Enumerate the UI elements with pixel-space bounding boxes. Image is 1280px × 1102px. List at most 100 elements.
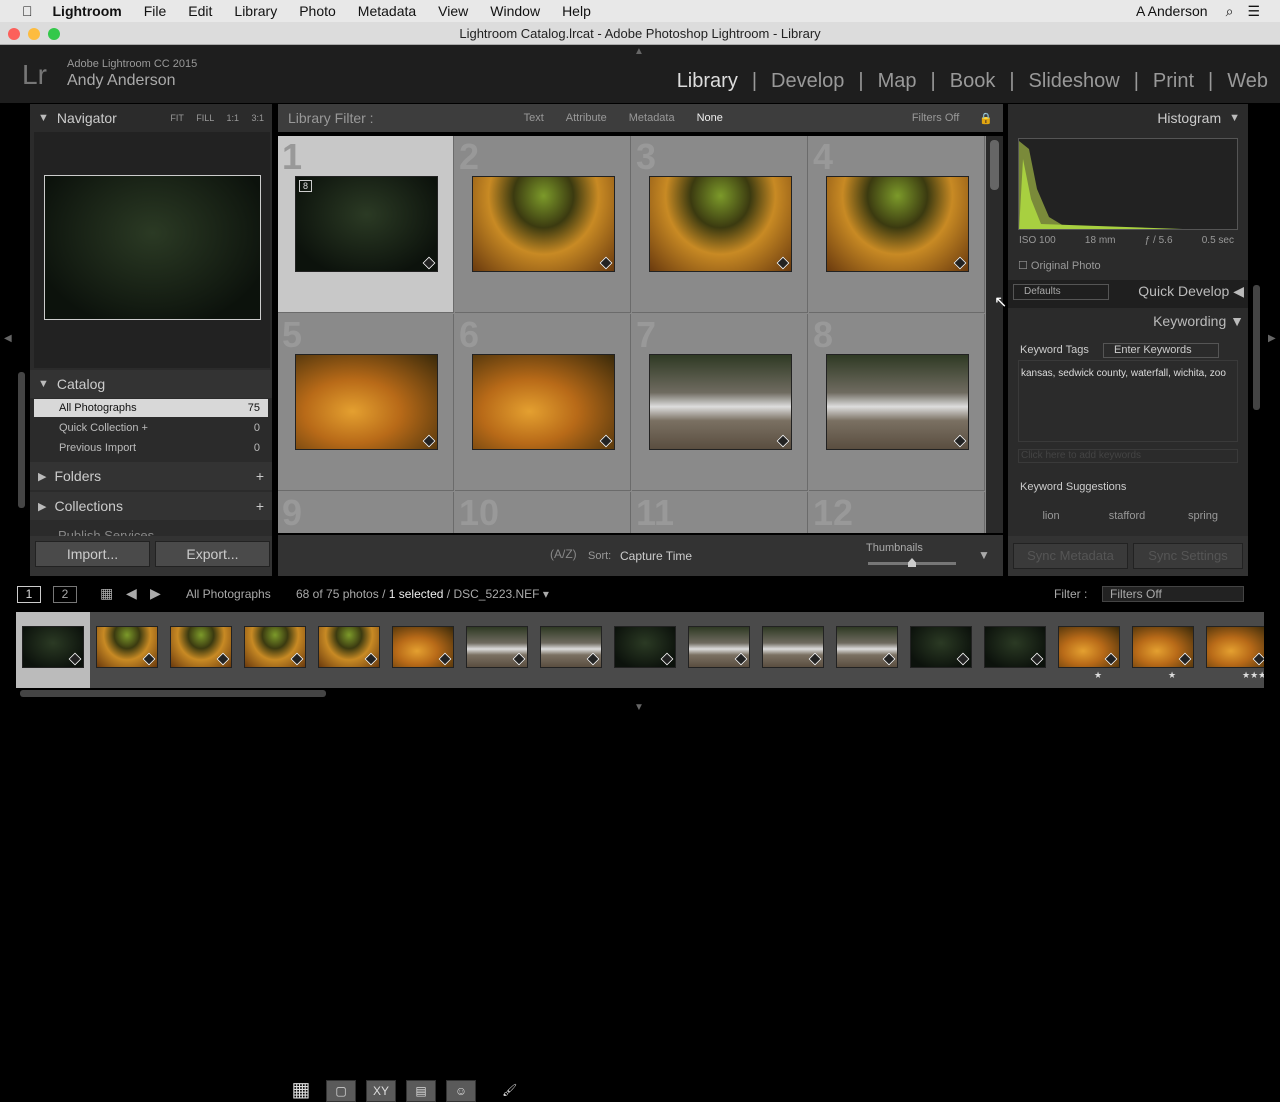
menu-file[interactable]: File — [144, 3, 167, 19]
sort-select[interactable]: Capture Time — [620, 549, 692, 563]
publish-services-header[interactable]: Publish Services — [58, 528, 154, 536]
menu-photo[interactable]: Photo — [299, 3, 336, 19]
grid-cell[interactable]: 11 — [632, 492, 808, 533]
menu-help[interactable]: Help — [562, 3, 591, 19]
grid-cell[interactable]: 7 — [632, 314, 808, 491]
search-icon[interactable]: ⌕ — [1226, 3, 1234, 20]
photo-thumbnail[interactable] — [472, 354, 615, 450]
filmstrip-cell[interactable]: ★★★ — [1200, 612, 1264, 688]
filmstrip-thumbnail[interactable] — [1206, 626, 1264, 668]
zoom-1-1[interactable]: 1:1 — [226, 113, 239, 123]
filmstrip-filter-select[interactable]: Filters Off — [1102, 586, 1244, 602]
filmstrip-cell[interactable] — [534, 612, 608, 688]
sync-settings-button[interactable]: Sync Settings — [1133, 543, 1243, 569]
keywords-textarea[interactable]: kansas, sedwick county, waterfall, wichi… — [1018, 360, 1238, 442]
catalog-all-photographs[interactable]: All Photographs 75 — [34, 399, 268, 417]
photo-thumbnail[interactable] — [826, 176, 969, 272]
loupe-view-icon[interactable]: ▢ — [326, 1080, 356, 1102]
star-rating[interactable]: ★ — [1094, 670, 1102, 681]
photo-thumbnail[interactable] — [649, 176, 792, 272]
filter-none[interactable]: None — [697, 112, 723, 124]
photo-thumbnail[interactable] — [826, 354, 969, 450]
keyword-suggestions-title[interactable]: Keyword Suggestions — [1020, 481, 1126, 493]
filmstrip-cell[interactable] — [756, 612, 830, 688]
close-button[interactable] — [8, 28, 20, 40]
add-keywords-input[interactable]: Click here to add keywords — [1018, 449, 1238, 463]
stack-badge[interactable]: 8 — [299, 180, 313, 192]
filter-attribute[interactable]: Attribute — [566, 112, 607, 124]
primary-display-button[interactable]: 1 — [17, 586, 41, 603]
keyword-badge-icon[interactable] — [953, 256, 967, 270]
filter-text[interactable]: Text — [524, 112, 544, 124]
sort-direction-icon[interactable]: (A/Z) — [550, 547, 577, 561]
collapse-left-icon[interactable]: ◀ — [4, 333, 12, 344]
grid-nav-icon[interactable]: ▦ — [100, 585, 113, 602]
sync-metadata-button[interactable]: Sync Metadata — [1013, 543, 1128, 569]
grid-cell[interactable]: 4 — [809, 136, 985, 313]
apple-icon[interactable]:  — [22, 3, 33, 19]
keyword-badge-icon[interactable] — [776, 434, 790, 448]
module-map[interactable]: Map — [878, 70, 917, 93]
menu-app[interactable]: Lightroom — [53, 3, 122, 19]
module-slideshow[interactable]: Slideshow — [1029, 70, 1120, 93]
photo-thumbnail[interactable] — [295, 354, 438, 450]
filmstrip-cell[interactable] — [90, 612, 164, 688]
quick-develop-preset-select[interactable]: Defaults — [1013, 284, 1109, 300]
collapse-top-icon[interactable]: ▲ — [634, 46, 644, 57]
keyword-badge-icon[interactable] — [953, 434, 967, 448]
filmstrip-status[interactable]: 68 of 75 photos / 1 selected / DSC_5223.… — [296, 587, 549, 601]
painter-icon[interactable]: 🖌 — [502, 1080, 517, 1102]
minimize-button[interactable] — [28, 28, 40, 40]
filmstrip-thumbnail[interactable] — [1058, 626, 1120, 668]
module-develop[interactable]: Develop — [771, 70, 844, 93]
filmstrip-cell[interactable] — [608, 612, 682, 688]
import-button[interactable]: Import... — [35, 541, 150, 567]
grid-cell[interactable]: 9 — [278, 492, 454, 533]
grid-cell[interactable]: 8 — [809, 314, 985, 491]
photo-thumbnail[interactable] — [649, 354, 792, 450]
module-book[interactable]: Book — [950, 70, 996, 93]
star-rating[interactable]: ★ — [1168, 670, 1176, 681]
add-collection-icon[interactable]: + — [256, 498, 264, 514]
navigator-header[interactable]: ▼ Navigator FIT FILL 1:1 3:1 — [30, 104, 272, 132]
keywording-header[interactable]: Keywording ▼ — [1153, 313, 1244, 329]
zoom-button[interactable] — [48, 28, 60, 40]
keyword-badge-icon[interactable] — [422, 256, 436, 270]
filmstrip-cell[interactable] — [682, 612, 756, 688]
catalog-quick-collection[interactable]: Quick Collection + 0 — [34, 419, 268, 437]
forward-icon[interactable]: ▶ — [150, 585, 161, 602]
toolbar-menu-icon[interactable]: ▼ — [978, 548, 990, 562]
quick-develop-header[interactable]: Quick Develop ◀ — [1138, 283, 1244, 300]
grid-view-icon[interactable]: ▦ — [286, 1080, 316, 1102]
collapse-bottom-icon[interactable]: ▼ — [634, 702, 644, 713]
menu-library[interactable]: Library — [234, 3, 277, 19]
photo-thumbnail[interactable]: 8 — [295, 176, 438, 272]
user-menu[interactable]: A Anderson — [1136, 3, 1208, 19]
filmstrip-thumbnail[interactable] — [688, 626, 750, 668]
filmstrip-thumbnail[interactable] — [244, 626, 306, 668]
compare-view-icon[interactable]: XY — [366, 1080, 396, 1102]
filmstrip-cell[interactable] — [16, 612, 90, 688]
secondary-display-button[interactable]: 2 — [53, 586, 77, 603]
folders-header[interactable]: ▶ Folders + — [30, 462, 272, 490]
filmstrip-cell[interactable] — [312, 612, 386, 688]
menu-metadata[interactable]: Metadata — [358, 3, 416, 19]
export-button[interactable]: Export... — [155, 541, 270, 567]
filmstrip-cell[interactable]: ★ — [1126, 612, 1200, 688]
filmstrip-cell[interactable] — [978, 612, 1052, 688]
filmstrip-thumbnail[interactable] — [318, 626, 380, 668]
filmstrip-thumbnail[interactable] — [984, 626, 1046, 668]
module-print[interactable]: Print — [1153, 70, 1194, 93]
grid-cell[interactable]: 18 — [278, 136, 454, 313]
menu-window[interactable]: Window — [490, 3, 540, 19]
suggestion-stafford[interactable]: stafford — [1089, 510, 1165, 522]
filmstrip-cell[interactable] — [830, 612, 904, 688]
collapse-right-icon[interactable]: ▶ — [1268, 333, 1276, 344]
grid-cell[interactable]: 12 — [809, 492, 985, 533]
keyword-badge-icon[interactable] — [599, 434, 613, 448]
filter-metadata[interactable]: Metadata — [629, 112, 675, 124]
filmstrip-cell[interactable] — [238, 612, 312, 688]
filmstrip-thumbnail[interactable] — [466, 626, 528, 668]
module-library[interactable]: Library — [677, 70, 738, 93]
lock-icon[interactable]: 🔒 — [979, 112, 993, 125]
